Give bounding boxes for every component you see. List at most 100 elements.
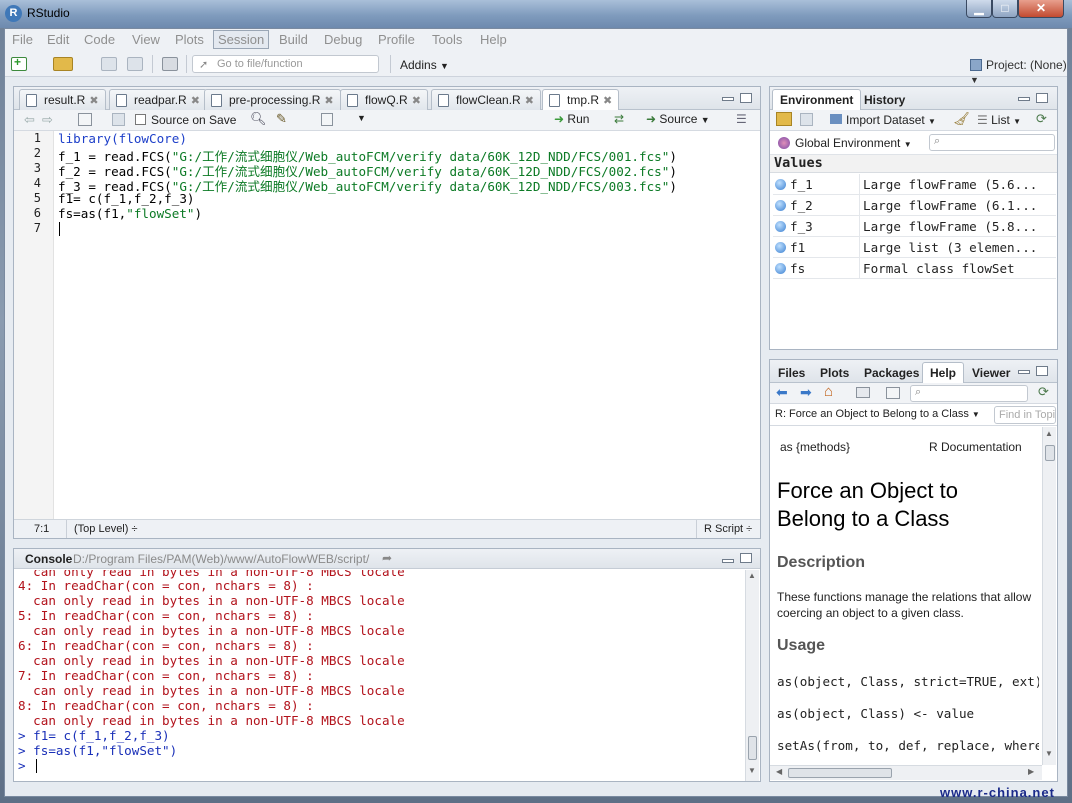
scroll-thumb[interactable] [748,736,757,760]
show-in-window-icon[interactable] [78,113,92,126]
chevron-down-icon[interactable]: ▼ [357,113,366,123]
home-icon[interactable]: ⌂ [824,383,833,400]
close-icon[interactable]: ✖ [191,95,200,107]
print-icon[interactable] [856,387,870,398]
open-folder-icon[interactable] [53,57,73,71]
show-in-window-icon[interactable] [886,387,900,399]
expand-icon[interactable] [775,263,786,274]
minimize-pane-icon[interactable] [722,559,734,563]
help-search-input[interactable]: ⌕ [910,385,1028,402]
goto-dir-icon[interactable]: ➦ [382,551,392,565]
tab-history[interactable]: History [856,89,913,110]
menu-help[interactable]: Help [480,32,507,47]
rerun-icon[interactable]: ⇄ [614,112,624,126]
close-icon[interactable]: ✖ [603,95,612,107]
close-icon[interactable]: ✖ [412,95,421,107]
menu-profile[interactable]: Profile [378,32,415,47]
go-to-file-input[interactable]: ➚ Go to file/function [192,55,379,73]
project-menu[interactable]: Project: (None) ▼ [970,58,1072,86]
minimize-pane-icon[interactable] [1018,97,1030,101]
code-area[interactable]: library(flowCore) f_1 = read.FCS("G:/工作/… [55,131,760,519]
console-scrollbar[interactable]: ▲ ▼ [745,570,759,781]
close-button[interactable]: ✕ [1018,0,1064,18]
env-row-f_3[interactable]: f_3 Large flowFrame (5.8... [773,216,1056,237]
tab-environment[interactable]: Environment [772,89,862,110]
tab-files[interactable]: Files [770,362,813,383]
scroll-thumb[interactable] [788,768,892,778]
menu-tools[interactable]: Tools [432,32,462,47]
minimize-pane-icon[interactable] [722,97,734,101]
expand-icon[interactable] [775,242,786,253]
scroll-left-icon[interactable]: ◀ [776,767,782,776]
scroll-up-icon[interactable]: ▲ [1045,429,1053,438]
addins-menu[interactable]: Addins ▼ [400,58,449,72]
tab-flowclean-r[interactable]: flowClean.R ✖ [431,89,541,110]
help-vertical-scrollbar[interactable]: ▲ ▼ [1042,427,1056,765]
minimize-button[interactable]: ▁ [966,0,992,18]
forward-arrow-icon[interactable]: ➡ [800,384,812,401]
env-row-f_2[interactable]: f_2 Large flowFrame (6.1... [773,195,1056,216]
load-workspace-icon[interactable] [776,112,792,126]
env-row-fs[interactable]: fs Formal class flowSet [773,258,1056,279]
maximize-pane-icon[interactable] [740,93,752,103]
refresh-icon[interactable]: ⟳ [1036,111,1047,127]
scope-selector[interactable]: (Top Level) ÷ [74,523,138,535]
source-on-save-checkbox[interactable] [135,114,146,125]
new-file-icon[interactable]: + [11,55,27,71]
menu-file[interactable]: File [12,32,33,47]
outline-icon[interactable]: ☰ [736,112,747,126]
env-row-f1[interactable]: f1 Large list (3 elemen... [773,237,1056,258]
scroll-down-icon[interactable]: ▼ [748,766,756,775]
back-arrow-icon[interactable]: ⇦ [24,112,35,128]
menu-code[interactable]: Code [84,32,115,47]
magic-wand-icon[interactable]: ✎ [276,111,287,127]
tab-pre-processing-r[interactable]: pre-processing.R ✖ [204,89,341,110]
maximize-pane-icon[interactable] [1036,93,1048,103]
close-icon[interactable]: ✖ [324,95,333,107]
expand-icon[interactable] [775,200,786,211]
expand-icon[interactable] [775,179,786,190]
back-arrow-icon[interactable]: ⬅ [776,384,788,401]
filetype-selector[interactable]: R Script ÷ [704,523,752,535]
source-button[interactable]: ➜ Source ▼ [646,112,710,126]
save-icon[interactable] [112,113,125,126]
console-output[interactable]: can only read in bytes in a non-UTF-8 MB… [14,570,744,781]
refresh-icon[interactable]: ⟳ [1038,384,1049,400]
save-icon[interactable] [101,57,117,71]
env-row-f_1[interactable]: f_1 Large flowFrame (5.6... [773,174,1056,195]
help-horizontal-scrollbar[interactable]: ◀ ▶ [770,765,1042,780]
scroll-up-icon[interactable]: ▲ [748,571,756,580]
close-icon[interactable]: ✖ [89,95,98,107]
save-icon[interactable] [800,113,813,126]
minimize-pane-icon[interactable] [1018,370,1030,374]
maximize-pane-icon[interactable] [740,553,752,563]
scroll-thumb[interactable] [1045,445,1055,461]
expand-icon[interactable] [775,221,786,232]
console-prompt[interactable]: > [18,758,33,773]
compile-report-icon[interactable] [321,113,333,126]
help-topic-selector[interactable]: R: Force an Object to Belong to a Class … [775,408,980,420]
global-environment-selector[interactable]: Global Environment ▼ [778,136,912,150]
find-in-topic-input[interactable]: Find in Topic [994,406,1056,424]
run-button[interactable]: ➜ Run [554,112,589,126]
env-search-input[interactable]: ⌕ [929,134,1055,151]
search-icon[interactable]: 🔍︎ [250,111,267,127]
save-all-icon[interactable] [127,57,143,71]
tab-viewer[interactable]: Viewer [964,362,1018,383]
forward-arrow-icon[interactable]: ⇨ [42,112,53,128]
tab-packages[interactable]: Packages [856,362,927,383]
tab-flowq-r[interactable]: flowQ.R ✖ [340,89,428,110]
tab-readpar-r[interactable]: readpar.R ✖ [109,89,207,110]
maximize-button[interactable]: □ [992,0,1018,18]
tab-plots[interactable]: Plots [812,362,857,383]
tab-help[interactable]: Help [922,362,965,383]
list-view-selector[interactable]: ☰ List ▼ [977,113,1021,127]
close-icon[interactable]: ✖ [525,95,534,107]
tab-tmp-r[interactable]: tmp.R ✖ [542,89,620,111]
print-icon[interactable] [162,57,178,71]
menu-view[interactable]: View [132,32,160,47]
menu-edit[interactable]: Edit [47,32,69,47]
scroll-right-icon[interactable]: ▶ [1028,767,1034,776]
maximize-pane-icon[interactable] [1036,366,1048,376]
menu-plots[interactable]: Plots [175,32,204,47]
